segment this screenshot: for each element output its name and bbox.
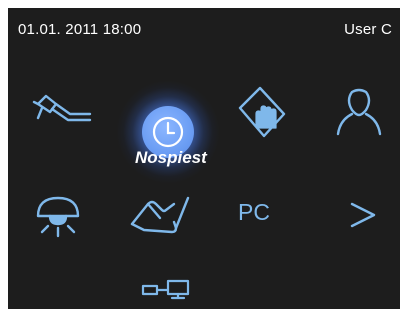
clock-icon[interactable] (152, 116, 184, 148)
next-arrow-icon[interactable] (348, 200, 378, 230)
datetime-text: 01.01. 2011 18:00 (18, 21, 142, 38)
foot-pedal-icon[interactable] (128, 194, 194, 238)
selected-item-label: Nospiest (135, 148, 207, 167)
user-name[interactable]: User C (344, 21, 392, 38)
touch-screen-icon[interactable] (234, 84, 290, 142)
handpiece-icon[interactable] (32, 92, 94, 132)
screen: 01.01. 2011 18:00 User C Nospiest PC (0, 0, 408, 309)
operating-light-icon[interactable] (34, 192, 82, 242)
network-connection-icon[interactable] (140, 278, 194, 300)
touch-display: 01.01. 2011 18:00 User C Nospiest PC (8, 8, 400, 309)
user-icon[interactable] (334, 88, 384, 138)
pc-icon[interactable]: PC (238, 199, 270, 226)
